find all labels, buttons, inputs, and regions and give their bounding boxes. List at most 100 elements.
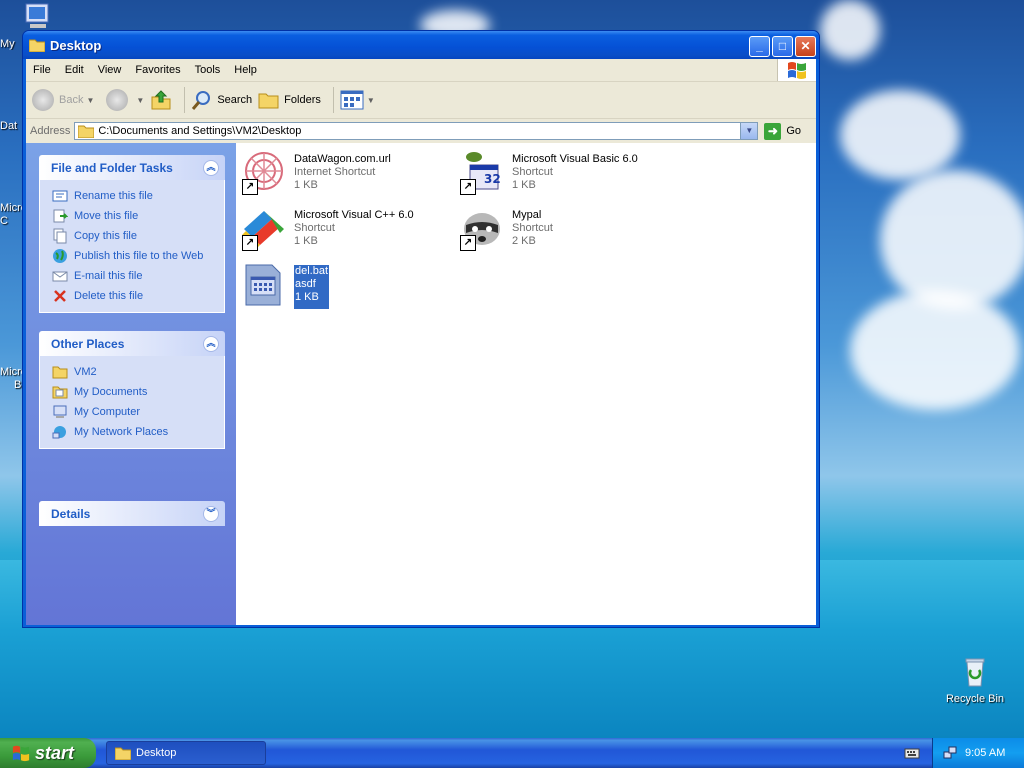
task-publish[interactable]: Publish this file to the Web [52, 246, 224, 266]
details-header[interactable]: Details ︾ [39, 501, 225, 526]
task-email-label: E-mail this file [74, 270, 143, 282]
menu-file[interactable]: File [26, 64, 58, 76]
address-dropdown-icon[interactable]: ▼ [740, 123, 758, 139]
back-dropdown-icon[interactable]: ▼ [86, 96, 94, 105]
explorer-window: Desktop _ □ ✕ File Edit View Favorites T… [22, 30, 820, 628]
place-my-computer-label: My Computer [74, 406, 141, 418]
forward-dropdown-icon[interactable]: ▼ [136, 96, 144, 105]
views-dropdown-icon[interactable]: ▼ [367, 96, 375, 105]
file-folder-tasks-header[interactable]: File and Folder Tasks ︽ [39, 155, 225, 180]
visual-basic-icon: 32 ↗ [458, 149, 506, 197]
menu-tools[interactable]: Tools [188, 64, 228, 76]
computer-icon [53, 405, 67, 418]
details-panel: Details ︾ [39, 501, 225, 526]
raccoon-icon: ↗ [458, 205, 506, 253]
forward-button[interactable]: ▼ [100, 89, 144, 111]
folder-icon [52, 366, 68, 379]
place-my-computer[interactable]: My Computer [52, 402, 224, 422]
windows-logo-icon [777, 59, 816, 81]
task-move-label: Move this file [74, 210, 139, 222]
folders-button[interactable]: Folders [258, 90, 321, 110]
network-icon [52, 426, 66, 439]
file-size: 1 KB [512, 179, 536, 191]
file-size: 1 KB [295, 291, 319, 303]
folders-label: Folders [284, 94, 321, 106]
task-copy[interactable]: Copy this file [52, 226, 224, 246]
task-copy-label: Copy this file [74, 230, 137, 242]
svg-text:32: 32 [484, 172, 501, 186]
address-label: Address [30, 125, 71, 137]
folder-icon [29, 39, 45, 52]
task-rename[interactable]: Rename this file [52, 186, 224, 206]
file-type: Internet Shortcut [294, 166, 376, 178]
task-rename-label: Rename this file [74, 190, 153, 202]
file-size: 1 KB [294, 179, 318, 191]
copy-icon [53, 228, 67, 244]
folders-icon [258, 93, 279, 109]
desktop-label-1[interactable]: My [0, 38, 22, 50]
back-button[interactable]: Back ▼ [32, 89, 94, 111]
desktop-label-2[interactable]: Dat [0, 120, 22, 132]
expand-icon[interactable]: ︾ [203, 505, 219, 522]
task-move[interactable]: Move this file [52, 206, 224, 226]
taskbar-window-button[interactable]: Desktop [106, 741, 266, 765]
task-pane: File and Folder Tasks ︽ Rename this file… [26, 143, 236, 625]
file-item[interactable]: ↗ DataWagon.com.url Internet Shortcut 1 … [240, 149, 391, 197]
shortcut-arrow-icon: ↗ [460, 179, 476, 195]
file-type: Shortcut [512, 222, 553, 234]
globe-icon [53, 249, 67, 263]
desktop-label-5[interactable]: Micro [0, 366, 22, 378]
file-size: 2 KB [512, 235, 536, 247]
network-tray-icon[interactable] [943, 746, 957, 760]
content-area: File and Folder Tasks ︽ Rename this file… [26, 143, 816, 625]
taskbar: start Desktop 9:05 AM [0, 738, 1024, 768]
address-input[interactable]: C:\Documents and Settings\VM2\Desktop ▼ [74, 122, 759, 140]
shortcut-arrow-icon: ↗ [242, 179, 258, 195]
go-arrow-icon: ➜ [764, 122, 782, 140]
keyboard-icon[interactable] [904, 746, 920, 760]
go-button[interactable]: ➜ Go [764, 122, 801, 140]
file-item[interactable]: 32 ↗ Microsoft Visual Basic 6.0 Shortcut… [458, 149, 638, 197]
views-button[interactable]: ▼ [340, 90, 375, 110]
other-places-header[interactable]: Other Places ︽ [39, 331, 225, 356]
task-email[interactable]: E-mail this file [52, 266, 224, 286]
clock[interactable]: 9:05 AM [965, 747, 1005, 759]
start-button[interactable]: start [0, 738, 96, 768]
desktop-label-3[interactable]: Micro [0, 202, 22, 214]
file-name: Microsoft Visual Basic 6.0 [512, 153, 638, 165]
title-bar[interactable]: Desktop _ □ ✕ [23, 31, 819, 59]
place-vm2[interactable]: VM2 [52, 362, 224, 382]
menu-favorites[interactable]: Favorites [128, 64, 187, 76]
close-button[interactable]: ✕ [795, 36, 816, 57]
address-bar: Address C:\Documents and Settings\VM2\De… [26, 119, 816, 144]
file-item[interactable]: ↗ Microsoft Visual C++ 6.0 Shortcut 1 KB [240, 205, 414, 253]
place-my-documents[interactable]: My Documents [52, 382, 224, 402]
menu-edit[interactable]: Edit [58, 64, 91, 76]
windows-logo-icon [12, 745, 30, 762]
system-tray: 9:05 AM [932, 738, 1024, 768]
maximize-button[interactable]: □ [772, 36, 793, 57]
file-name: Mypal [512, 209, 542, 221]
up-folder-button[interactable] [150, 89, 172, 111]
menu-view[interactable]: View [91, 64, 129, 76]
back-label: Back [59, 94, 84, 106]
search-button[interactable]: Search [191, 89, 252, 111]
file-item[interactable]: ↗ Mypal Shortcut 2 KB [458, 205, 553, 253]
minimize-button[interactable]: _ [749, 36, 770, 57]
collapse-icon[interactable]: ︽ [203, 335, 219, 352]
email-icon [52, 271, 68, 282]
collapse-icon[interactable]: ︽ [203, 159, 219, 176]
file-type: asdf [295, 278, 316, 290]
file-item-selected[interactable]: del.bat asdf 1 KB [240, 261, 330, 309]
details-title: Details [51, 506, 91, 521]
views-icon [340, 90, 364, 110]
place-my-network-places[interactable]: My Network Places [52, 422, 224, 442]
file-name: DataWagon.com.url [294, 153, 391, 165]
menu-help[interactable]: Help [227, 64, 264, 76]
task-delete[interactable]: Delete this file [52, 286, 224, 306]
recycle-bin-desktop-icon[interactable]: Recycle Bin [940, 656, 1010, 705]
other-places-title: Other Places [51, 336, 125, 351]
desktop-label-4[interactable]: C [0, 215, 22, 227]
file-folder-tasks-title: File and Folder Tasks [51, 160, 173, 175]
recycle-bin-icon [965, 658, 985, 687]
